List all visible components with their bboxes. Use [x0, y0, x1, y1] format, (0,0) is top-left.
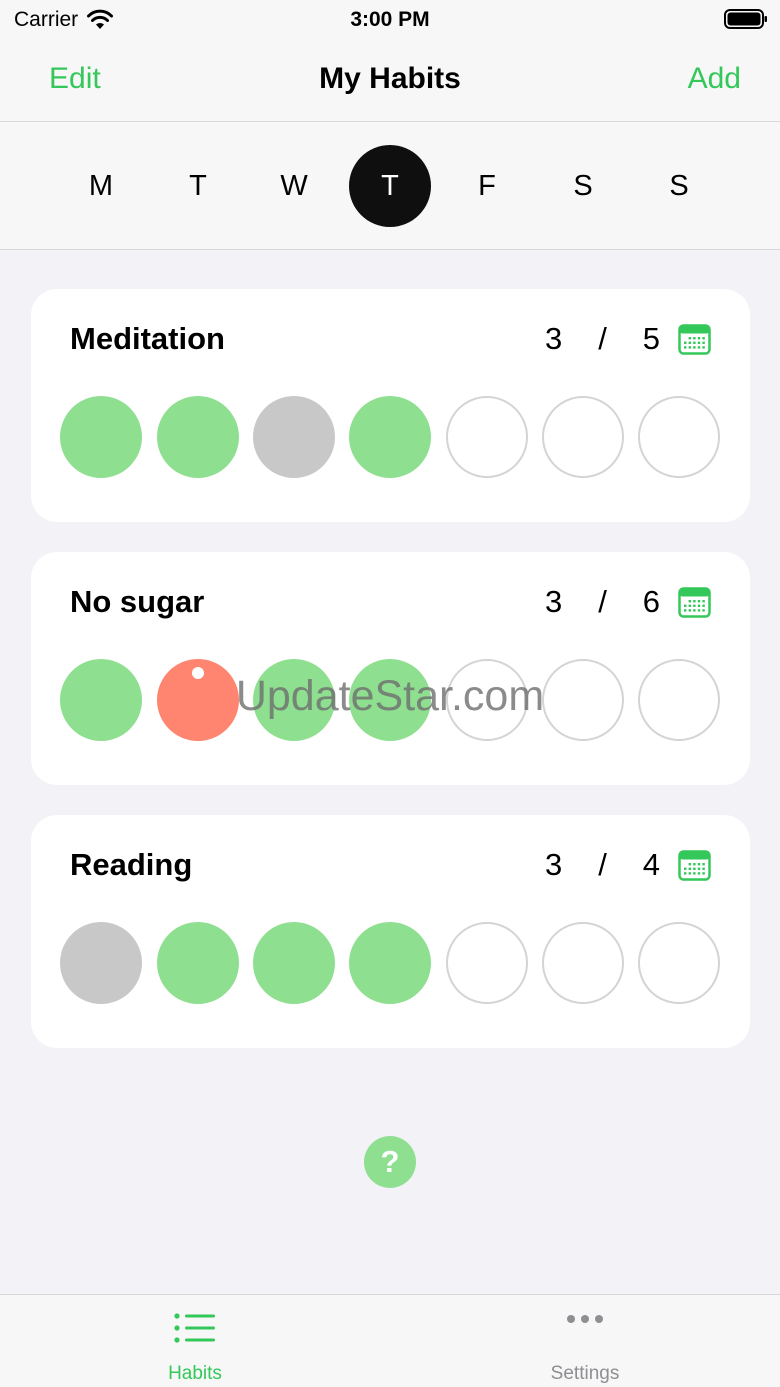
tab-habits-label: Habits: [168, 1363, 222, 1384]
help-button[interactable]: ?: [364, 1136, 416, 1188]
status-bar: Carrier 3:00 PM: [0, 0, 780, 40]
habit-day-done[interactable]: [253, 922, 335, 1004]
calendar-icon[interactable]: [678, 323, 711, 355]
calendar-icon[interactable]: [678, 849, 711, 881]
tab-settings-label: Settings: [550, 1363, 620, 1384]
habit-goal-count: 6: [642, 584, 660, 619]
habit-count-separator: /: [598, 321, 607, 356]
habit-progress: 3 / 4: [545, 847, 660, 883]
day-friday[interactable]: F: [446, 145, 528, 227]
habit-name: Meditation: [70, 321, 225, 356]
habit-day-done[interactable]: [157, 396, 239, 478]
habit-card-meditation: Meditation 3 / 5: [31, 289, 750, 522]
habit-day-empty[interactable]: [638, 396, 720, 478]
habit-day-empty[interactable]: [446, 396, 528, 478]
page-title: My Habits: [319, 62, 461, 95]
habit-day-empty[interactable]: [446, 922, 528, 1004]
habit-day-empty[interactable]: [638, 922, 720, 1004]
habit-day-skipped[interactable]: [253, 396, 335, 478]
habit-day-done[interactable]: [349, 922, 431, 1004]
week-selector: M T W T F S S: [0, 122, 780, 250]
calendar-icon[interactable]: [678, 586, 711, 618]
habit-day-empty[interactable]: [638, 659, 720, 741]
list-icon: [174, 1313, 215, 1343]
habit-done-count: 3: [545, 321, 563, 356]
habit-progress: 3 / 5: [545, 321, 660, 357]
tab-habits[interactable]: Habits: [0, 1295, 390, 1387]
habit-name: No sugar: [70, 584, 205, 619]
habit-day-skipped[interactable]: [60, 922, 142, 1004]
habit-count-separator: /: [598, 847, 607, 882]
tab-bar: Habits Settings: [0, 1294, 780, 1387]
habit-day-empty[interactable]: [542, 396, 624, 478]
habit-day-done[interactable]: [157, 922, 239, 1004]
tab-settings[interactable]: Settings: [390, 1295, 780, 1387]
habit-progress: 3 / 6: [545, 584, 660, 620]
habit-count-separator: /: [598, 584, 607, 619]
day-sunday[interactable]: S: [638, 145, 720, 227]
habit-goal-count: 4: [642, 847, 660, 882]
battery-icon: [724, 9, 767, 29]
navigation-bar: Edit My Habits Add: [0, 40, 780, 122]
habit-goal-count: 5: [642, 321, 660, 356]
more-icon: [567, 1315, 603, 1323]
habit-done-count: 3: [545, 847, 563, 882]
habit-day-failed[interactable]: [157, 659, 239, 741]
add-button[interactable]: Add: [688, 62, 741, 96]
habit-day-done[interactable]: [60, 396, 142, 478]
habit-day-done[interactable]: [253, 659, 335, 741]
habit-day-empty[interactable]: [542, 659, 624, 741]
habit-day-empty[interactable]: [542, 922, 624, 1004]
habit-day-done[interactable]: [349, 396, 431, 478]
habit-name: Reading: [70, 847, 193, 882]
day-thursday[interactable]: T: [349, 145, 431, 227]
habit-done-count: 3: [545, 584, 563, 619]
day-saturday[interactable]: S: [542, 145, 624, 227]
habit-card-reading: Reading 3 / 4: [31, 815, 750, 1048]
habit-day-done[interactable]: [349, 659, 431, 741]
day-tuesday[interactable]: T: [157, 145, 239, 227]
day-monday[interactable]: M: [60, 145, 142, 227]
habit-day-empty[interactable]: [446, 659, 528, 741]
habit-day-done[interactable]: [60, 659, 142, 741]
habit-card-no-sugar: No sugar 3 / 6: [31, 552, 750, 785]
fail-marker: [192, 667, 204, 679]
day-wednesday[interactable]: W: [253, 145, 335, 227]
status-time: 3:00 PM: [350, 8, 430, 31]
